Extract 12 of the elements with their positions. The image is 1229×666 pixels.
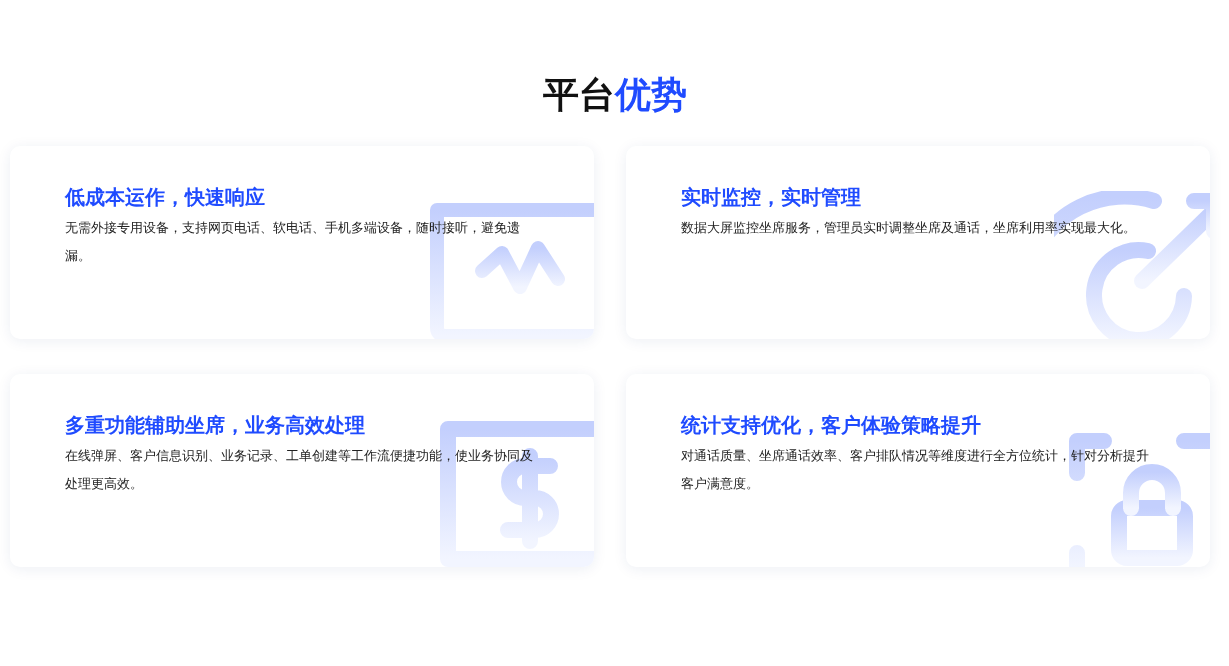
lock-frame-icon (1069, 433, 1210, 567)
chart-window-icon (430, 203, 594, 339)
dollar-window-icon (440, 421, 594, 567)
card-description: 数据大屏监控坐席服务，管理员实时调整坐席及通话，坐席利用率实现最大化。 (681, 219, 1137, 237)
card-title: 多重功能辅助坐席，业务高效处理 (65, 412, 366, 438)
card-title: 实时监控，实时管理 (681, 184, 862, 210)
card-description: 在线弹屏、客户信息识别、业务记录、工单创建等工作流便捷功能，使业务协同及处理更高效。 (65, 447, 534, 493)
section-title: 平台优势 (541, 73, 688, 117)
card-title: 低成本运作，快速响应 (65, 184, 266, 210)
card-description: 对通话质量、坐席通话效率、客户排队情况等维度进行全方位统计，针对分析提升客户满意度。 (681, 447, 1150, 493)
card-description: 无需外接专用设备，支持网页电话、软电话、手机多端设备，随时接听，避免遗漏。 (65, 219, 521, 265)
card-title: 统计支持优化，客户体验策略提升 (681, 412, 982, 438)
